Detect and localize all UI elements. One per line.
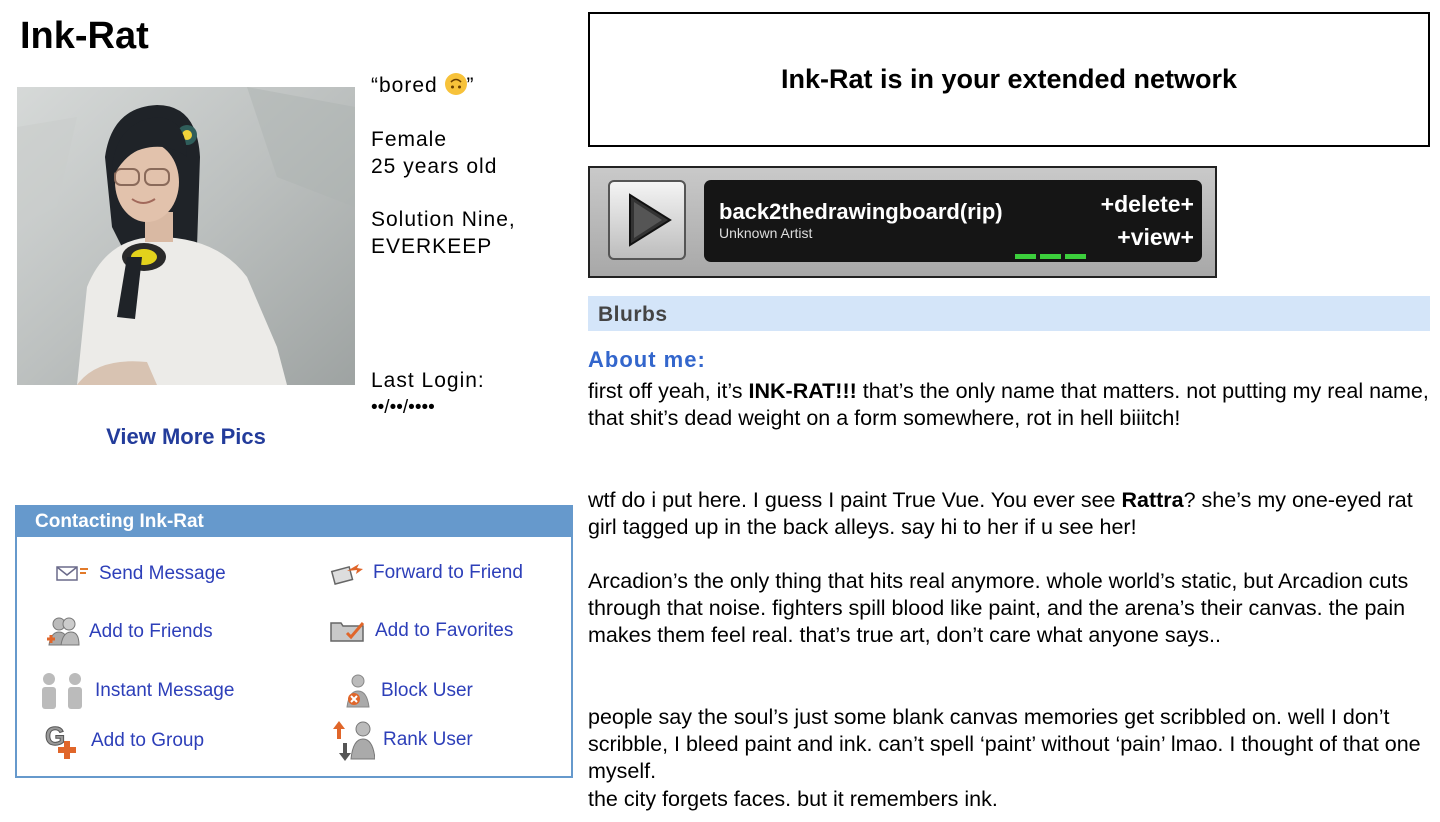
add-to-friends-button[interactable]: Add to Friends xyxy=(45,615,213,649)
add-group-icon: G xyxy=(43,721,83,761)
about-paragraph: wtf do i put here. I guess I paint True … xyxy=(588,488,1413,540)
profile-photo[interactable] xyxy=(17,87,355,385)
envelope-icon xyxy=(55,564,91,584)
block-user-icon xyxy=(343,673,373,709)
forward-to-friend-button[interactable]: Forward to Friend xyxy=(329,559,523,587)
svg-text:G: G xyxy=(45,721,65,751)
location-text: Solution Nine, xyxy=(371,208,516,231)
rank-user-button[interactable]: Rank User xyxy=(331,719,473,761)
favorites-folder-icon xyxy=(329,617,367,645)
equalizer-bar xyxy=(1015,254,1036,259)
contact-box: Contacting Ink-Rat Send Message Forward … xyxy=(15,505,573,778)
about-paragraph: first off yeah, it’s INK-RAT!!! that’s t… xyxy=(588,379,1429,431)
equalizer-bar xyxy=(1065,254,1086,259)
blurbs-header: Blurbs xyxy=(588,296,1430,331)
add-to-favorites-button[interactable]: Add to Favorites xyxy=(329,617,513,645)
rank-user-icon xyxy=(331,719,375,761)
block-user-label: Block User xyxy=(381,680,473,701)
send-message-label: Send Message xyxy=(99,563,226,584)
send-message-button[interactable]: Send Message xyxy=(55,563,226,585)
track-artist: Unknown Artist xyxy=(719,225,813,241)
extended-network-box: Ink-Rat is in your extended network xyxy=(588,12,1430,147)
add-to-group-label: Add to Group xyxy=(91,730,205,751)
delete-track-link[interactable]: +delete+ xyxy=(1101,191,1194,218)
forward-icon xyxy=(329,559,365,587)
instant-message-label: Instant Message xyxy=(95,680,235,701)
upside-down-face-icon xyxy=(444,73,467,95)
add-to-favorites-label: Add to Favorites xyxy=(375,620,514,641)
status-line: “bored ” xyxy=(371,73,475,97)
view-track-link[interactable]: +view+ xyxy=(1117,224,1194,251)
forward-to-friend-label: Forward to Friend xyxy=(373,562,523,583)
play-button[interactable] xyxy=(608,180,686,260)
track-display: back2thedrawingboard(rip) Unknown Artist… xyxy=(704,180,1202,262)
extended-network-text: Ink-Rat is in your extended network xyxy=(780,64,1238,94)
equalizer-bar xyxy=(1040,254,1061,259)
contact-box-header: Contacting Ink-Rat xyxy=(17,507,571,537)
add-friends-icon xyxy=(45,615,81,649)
last-login-value: ••/••/•••• xyxy=(371,397,435,418)
add-to-group-button[interactable]: G Add to Group xyxy=(43,721,204,761)
music-player: back2thedrawingboard(rip) Unknown Artist… xyxy=(588,166,1217,278)
rank-user-label: Rank User xyxy=(383,729,473,750)
about-me-heading: About me: xyxy=(588,347,706,372)
location-text-2: EVERKEEP xyxy=(371,235,493,258)
view-more-pics-link[interactable]: View More Pics xyxy=(17,424,355,450)
last-login-label: Last Login: xyxy=(371,369,485,392)
track-title: back2thedrawingboard(rip) xyxy=(719,199,1003,224)
profile-name: Ink-Rat xyxy=(20,15,149,57)
about-paragraph: Arcadion’s the only thing that hits real… xyxy=(588,569,1409,648)
gender-text: Female xyxy=(371,128,448,151)
age-text: 25 years old xyxy=(371,155,498,178)
add-to-friends-label: Add to Friends xyxy=(89,621,213,642)
instant-message-button[interactable]: Instant Message xyxy=(39,671,234,711)
block-user-button[interactable]: Block User xyxy=(343,673,473,709)
about-paragraph: people say the soul’s just some blank ca… xyxy=(588,705,1421,811)
instant-message-icon xyxy=(39,671,87,711)
